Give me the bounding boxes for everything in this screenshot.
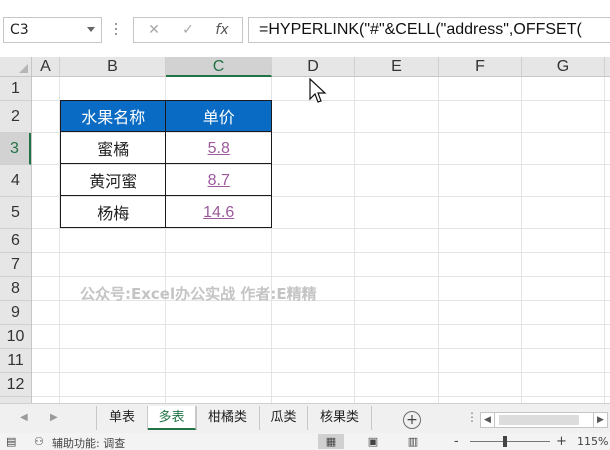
next-sheet-icon[interactable]: ▶: [50, 412, 58, 423]
header-fruit-name[interactable]: 水果名称: [59, 100, 167, 132]
price-cell[interactable]: 14.6: [165, 195, 272, 228]
row-header-4[interactable]: 4: [0, 165, 31, 197]
column-header-b[interactable]: B: [60, 57, 166, 77]
table-row: 黄河蜜 8.7: [59, 163, 272, 196]
prev-sheet-icon[interactable]: ◀: [20, 412, 28, 423]
accessibility-status[interactable]: 辅助功能: 调查: [52, 435, 125, 450]
zoom-slider[interactable]: [470, 441, 550, 442]
zoom-slider-knob[interactable]: [503, 436, 507, 447]
scroll-divider-icon[interactable]: ⋮: [466, 410, 478, 424]
function-icon[interactable]: fx: [210, 20, 234, 40]
price-hyperlink[interactable]: 8.7: [208, 172, 230, 189]
zoom-level[interactable]: 115%: [577, 435, 608, 448]
formula-bar: C3 ✕ ✓ fx =HYPERLINK("#"&CELL("address",…: [0, 0, 610, 60]
enter-icon[interactable]: ✓: [176, 20, 200, 40]
price-cell[interactable]: 5.8: [165, 131, 272, 164]
column-header-f[interactable]: F: [439, 57, 522, 77]
page-break-view-icon[interactable]: ▥: [400, 434, 426, 449]
sheet-tab-duobiao[interactable]: 多表: [148, 406, 196, 430]
select-all-button[interactable]: [0, 57, 32, 77]
formula-text: =HYPERLINK("#"&CELL("address",OFFSET(: [259, 21, 582, 38]
column-header-c[interactable]: C: [166, 57, 272, 77]
name-box-value: C3: [10, 22, 29, 38]
price-cell[interactable]: 8.7: [165, 163, 272, 196]
worksheet-grid: A B C D E F G 1 2 3 4 5 6 7 8 9 10 11 12: [0, 57, 610, 403]
row-header-1[interactable]: 1: [0, 77, 31, 101]
sheet-tab-gualei[interactable]: 瓜类: [260, 406, 308, 430]
fruit-price-table: 水果名称 单价 蜜橘 5.8 黄河蜜 8.7 杨梅 14.6: [59, 100, 272, 228]
row-header-12[interactable]: 12: [0, 373, 31, 397]
sheet-status-icon: ▤: [6, 435, 17, 448]
scroll-left-icon[interactable]: ◀: [481, 413, 495, 427]
row-header-2[interactable]: 2: [0, 101, 31, 133]
row-header-8[interactable]: 8: [0, 277, 31, 301]
watermark-text: 公众号:Excel办公实战 作者:E精精: [80, 285, 317, 303]
price-hyperlink[interactable]: 14.6: [203, 204, 234, 221]
column-header-g[interactable]: G: [522, 57, 605, 77]
column-header-e[interactable]: E: [355, 57, 439, 77]
column-headers: A B C D E F G: [32, 57, 610, 77]
zoom-in-button[interactable]: +: [556, 434, 567, 449]
scroll-right-icon[interactable]: ▶: [593, 413, 607, 427]
accessibility-icon[interactable]: ⚇: [34, 435, 44, 448]
fruit-name-cell[interactable]: 杨梅: [59, 195, 167, 228]
table-header-row: 水果名称 单价: [59, 100, 272, 132]
price-hyperlink[interactable]: 5.8: [208, 140, 230, 157]
column-header-d[interactable]: D: [272, 57, 355, 77]
sheet-tab-ganjulei[interactable]: 柑橘类: [196, 406, 260, 430]
row-header-3[interactable]: 3: [0, 133, 31, 165]
sheet-tab-bar: ◀ ▶ 单表 多表 柑橘类 瓜类 核果类 + ⋮ ◀ ▶: [0, 403, 610, 433]
status-bar: ▤ ⚇ 辅助功能: 调查 ▦ ▣ ▥ - + 115%: [0, 433, 610, 450]
formula-input[interactable]: =HYPERLINK("#"&CELL("address",OFFSET(: [248, 17, 610, 43]
row-header-6[interactable]: 6: [0, 229, 31, 253]
zoom-out-button[interactable]: -: [454, 434, 459, 449]
fruit-name-cell[interactable]: 黄河蜜: [59, 163, 167, 196]
row-header-7[interactable]: 7: [0, 253, 31, 277]
row-header-5[interactable]: 5: [0, 197, 31, 229]
normal-view-icon[interactable]: ▦: [318, 434, 344, 449]
header-unit-price[interactable]: 单价: [165, 100, 272, 132]
row-headers: 1 2 3 4 5 6 7 8 9 10 11 12: [0, 77, 32, 403]
table-row: 杨梅 14.6: [59, 195, 272, 228]
mouse-pointer-icon: [309, 78, 327, 103]
formula-bar-grip-icon[interactable]: [113, 20, 119, 40]
plus-circle-icon[interactable]: +: [403, 411, 421, 429]
page-layout-view-icon[interactable]: ▣: [360, 434, 386, 449]
column-header-a[interactable]: A: [32, 57, 60, 77]
name-box[interactable]: C3: [3, 17, 102, 43]
table-row: 蜜橘 5.8: [59, 131, 272, 164]
row-header-11[interactable]: 11: [0, 349, 31, 373]
horizontal-scrollbar[interactable]: ◀ ▶: [480, 412, 608, 428]
formula-buttons: ✕ ✓ fx: [133, 17, 243, 43]
fruit-name-cell[interactable]: 蜜橘: [59, 131, 167, 164]
sheet-tab-danbiao[interactable]: 单表: [96, 406, 148, 430]
scroll-thumb[interactable]: [499, 415, 579, 425]
cell-area[interactable]: 水果名称 单价 蜜橘 5.8 黄河蜜 8.7 杨梅 14.6 公众号:Excel…: [32, 77, 610, 403]
cancel-icon[interactable]: ✕: [142, 20, 166, 40]
select-all-icon: [19, 64, 28, 73]
row-header-9[interactable]: 9: [0, 301, 31, 325]
row-header-10[interactable]: 10: [0, 325, 31, 349]
chevron-down-icon[interactable]: [87, 27, 95, 32]
sheet-tab-heguolei[interactable]: 核果类: [308, 406, 372, 430]
